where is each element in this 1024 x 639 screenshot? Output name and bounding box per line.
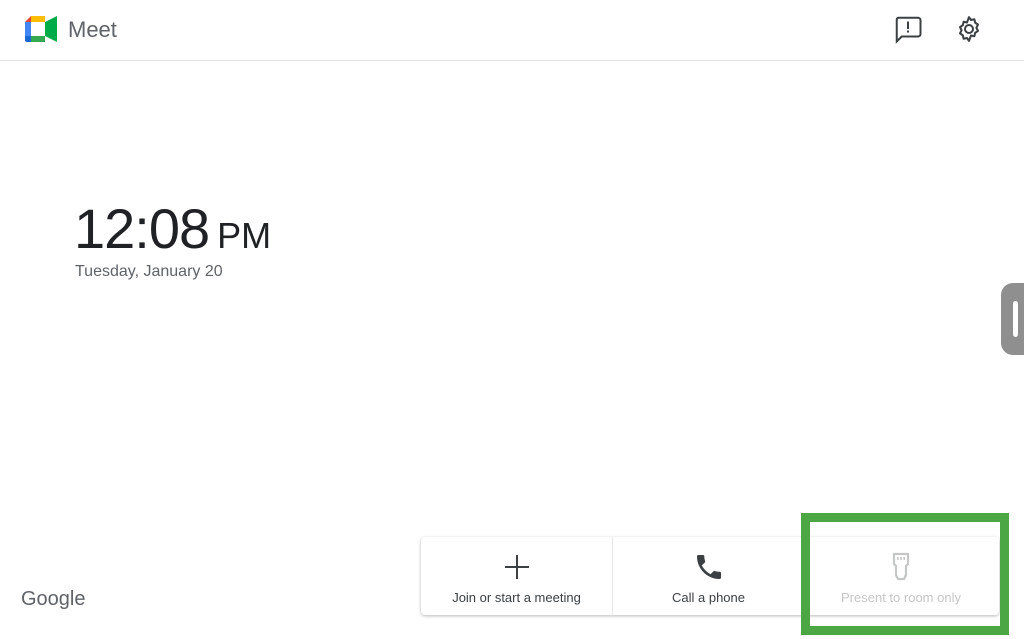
settings-icon[interactable] — [954, 14, 984, 44]
call-phone-button[interactable]: Call a phone — [613, 537, 805, 615]
handle-grip-icon — [1013, 301, 1018, 337]
feedback-icon[interactable] — [893, 14, 923, 44]
present-to-room-button[interactable]: Present to room only — [805, 537, 997, 615]
clock-ampm: PM — [217, 215, 272, 256]
phone-icon — [613, 551, 804, 583]
clock-time: 12:08 — [74, 197, 210, 260]
action-bar: Join or start a meeting Call a phone Pre… — [421, 537, 999, 615]
clock-date: Tuesday, January 20 — [75, 263, 223, 280]
call-phone-label: Call a phone — [672, 590, 745, 605]
side-panel-handle[interactable] — [1001, 283, 1024, 355]
present-to-room-label: Present to room only — [841, 590, 961, 605]
app-header: Meet — [0, 0, 1024, 61]
plus-icon — [421, 551, 612, 583]
app-title: Meet — [68, 17, 117, 42]
join-meeting-label: Join or start a meeting — [452, 590, 581, 605]
hdmi-icon — [805, 551, 997, 583]
meet-logo-icon — [25, 16, 57, 42]
join-meeting-button[interactable]: Join or start a meeting — [421, 537, 613, 615]
google-wordmark: Google — [21, 588, 86, 610]
clock: 12:08 PM — [74, 196, 271, 261]
